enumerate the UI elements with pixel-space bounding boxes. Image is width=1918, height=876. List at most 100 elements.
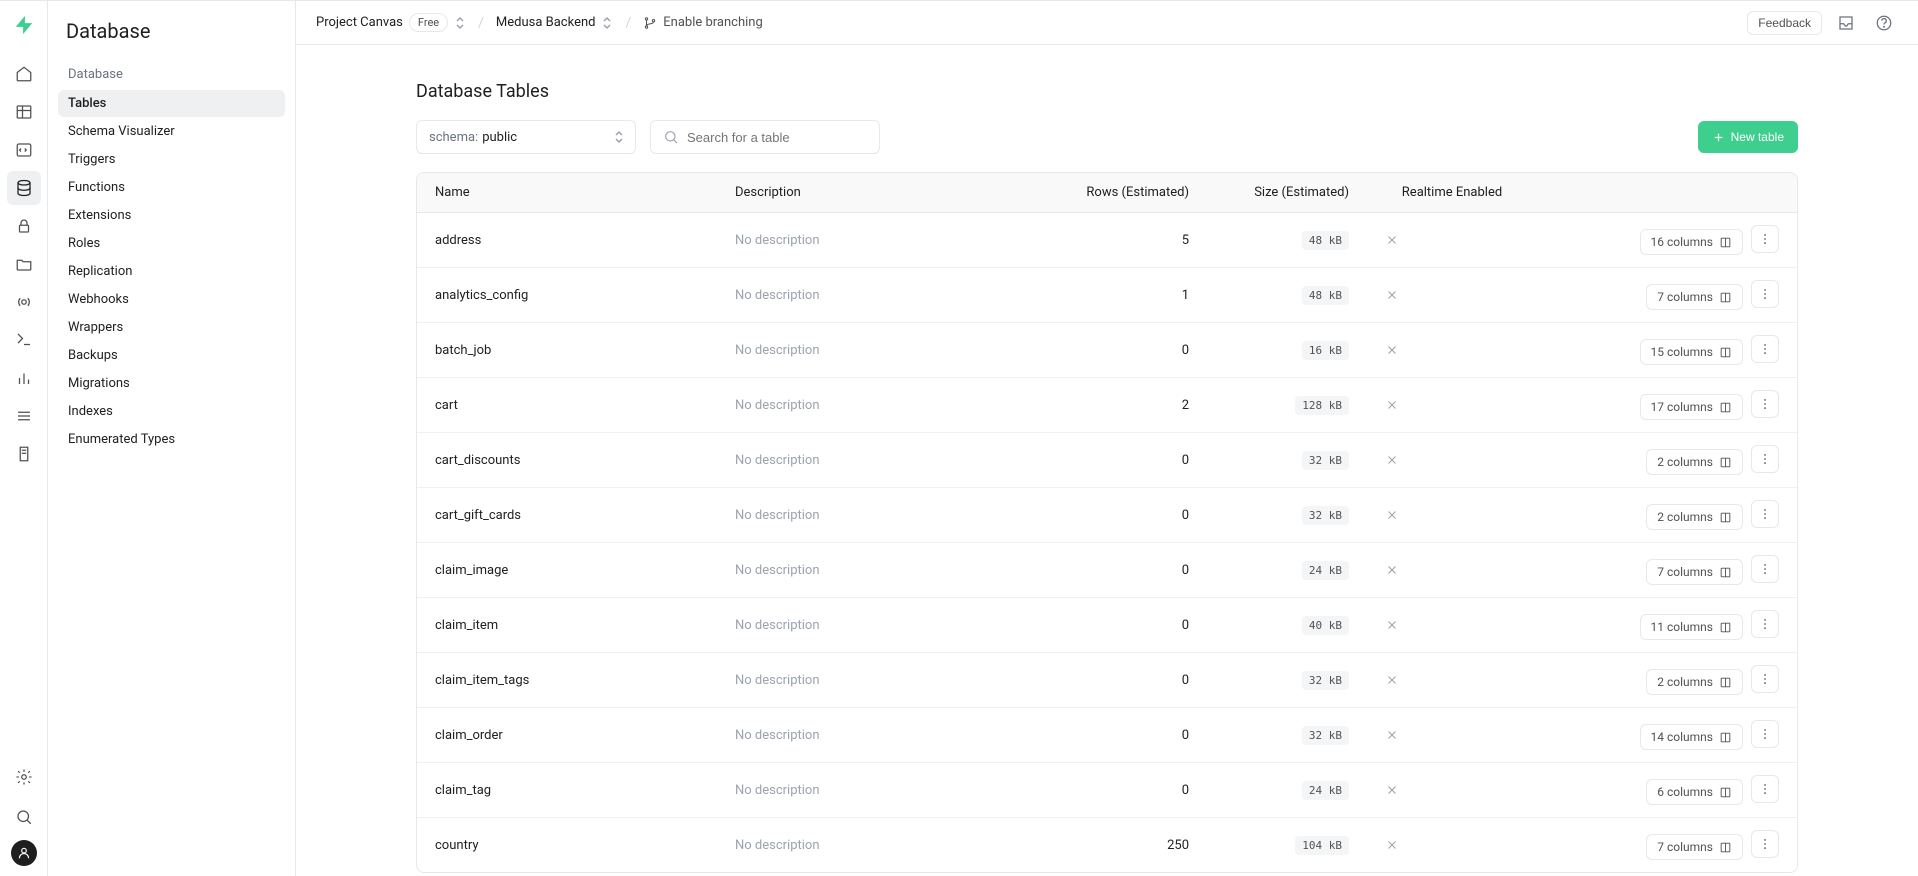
sidebar-item-schema-visualizer[interactable]: Schema Visualizer bbox=[58, 118, 285, 145]
table-row[interactable]: claim_itemNo description040 kB11 columns bbox=[417, 598, 1797, 653]
table-row[interactable]: cartNo description2128 kB17 columns bbox=[417, 378, 1797, 433]
database-icon[interactable] bbox=[7, 171, 41, 205]
search-box[interactable] bbox=[650, 120, 880, 154]
table-description: No description bbox=[717, 708, 1057, 763]
table-size: 48 kB bbox=[1207, 268, 1367, 323]
row-actions-button[interactable] bbox=[1751, 830, 1779, 858]
table-name: claim_order bbox=[417, 708, 717, 763]
icon-sidebar bbox=[0, 1, 48, 876]
storage-icon[interactable] bbox=[7, 247, 41, 281]
help-icon[interactable] bbox=[1870, 9, 1898, 37]
search-input[interactable] bbox=[687, 130, 867, 145]
sidebar-item-wrappers[interactable]: Wrappers bbox=[58, 314, 285, 341]
sidebar-item-replication[interactable]: Replication bbox=[58, 258, 285, 285]
edge-functions-icon[interactable] bbox=[7, 323, 41, 357]
row-actions-button[interactable] bbox=[1751, 665, 1779, 693]
row-actions-button[interactable] bbox=[1751, 555, 1779, 583]
columns-button[interactable]: 7 columns bbox=[1646, 284, 1743, 310]
columns-button[interactable]: 2 columns bbox=[1646, 449, 1743, 475]
columns-button[interactable]: 16 columns bbox=[1640, 229, 1743, 255]
table-rows: 5 bbox=[1057, 213, 1207, 268]
search-icon[interactable] bbox=[7, 800, 41, 834]
sidebar-item-backups[interactable]: Backups bbox=[58, 342, 285, 369]
table-row[interactable]: claim_imageNo description024 kB7 columns bbox=[417, 543, 1797, 598]
dots-vertical-icon bbox=[1758, 727, 1772, 741]
new-table-button[interactable]: New table bbox=[1698, 121, 1798, 153]
inbox-icon[interactable] bbox=[1832, 9, 1860, 37]
row-actions-button[interactable] bbox=[1751, 335, 1779, 363]
columns-button[interactable]: 6 columns bbox=[1646, 779, 1743, 805]
sidebar-item-enumerated-types[interactable]: Enumerated Types bbox=[58, 426, 285, 453]
table-editor-icon[interactable] bbox=[7, 95, 41, 129]
columns-button[interactable]: 2 columns bbox=[1646, 669, 1743, 695]
table-row[interactable]: cart_discountsNo description032 kB2 colu… bbox=[417, 433, 1797, 488]
x-icon bbox=[1385, 728, 1519, 742]
columns-button[interactable]: 14 columns bbox=[1640, 724, 1743, 750]
header-name: Name bbox=[417, 173, 717, 213]
docs-icon[interactable] bbox=[7, 437, 41, 471]
table-rows: 0 bbox=[1057, 488, 1207, 543]
table-row[interactable]: addressNo description548 kB16 columns bbox=[417, 213, 1797, 268]
row-actions-button[interactable] bbox=[1751, 775, 1779, 803]
table-row[interactable]: claim_item_tagsNo description032 kB2 col… bbox=[417, 653, 1797, 708]
table-row[interactable]: claim_orderNo description032 kB14 column… bbox=[417, 708, 1797, 763]
org-name: Project Canvas bbox=[316, 15, 403, 30]
columns-button[interactable]: 15 columns bbox=[1640, 339, 1743, 365]
header-rows: Rows (Estimated) bbox=[1057, 173, 1207, 213]
x-icon bbox=[1385, 673, 1519, 687]
columns-button[interactable]: 17 columns bbox=[1640, 394, 1743, 420]
sidebar-item-triggers[interactable]: Triggers bbox=[58, 146, 285, 173]
sidebar-item-extensions[interactable]: Extensions bbox=[58, 202, 285, 229]
logs-icon[interactable] bbox=[7, 399, 41, 433]
columns-button[interactable]: 7 columns bbox=[1646, 834, 1743, 860]
row-actions-button[interactable] bbox=[1751, 280, 1779, 308]
schema-select[interactable]: schema: public bbox=[416, 120, 636, 154]
row-actions-button[interactable] bbox=[1751, 720, 1779, 748]
project-name: Medusa Backend bbox=[496, 15, 596, 30]
sql-editor-icon[interactable] bbox=[7, 133, 41, 167]
x-icon bbox=[1385, 563, 1519, 577]
project-selector[interactable]: Medusa Backend bbox=[496, 15, 614, 30]
columns-icon bbox=[1719, 731, 1732, 744]
home-icon[interactable] bbox=[7, 57, 41, 91]
table-size: 104 kB bbox=[1207, 818, 1367, 873]
reports-icon[interactable] bbox=[7, 361, 41, 395]
table-description: No description bbox=[717, 818, 1057, 873]
sidebar-item-functions[interactable]: Functions bbox=[58, 174, 285, 201]
row-actions-button[interactable] bbox=[1751, 225, 1779, 253]
user-avatar[interactable] bbox=[11, 840, 37, 866]
realtime-disabled bbox=[1367, 708, 1537, 763]
table-name: claim_tag bbox=[417, 763, 717, 818]
row-actions-button[interactable] bbox=[1751, 390, 1779, 418]
sidebar-item-webhooks[interactable]: Webhooks bbox=[58, 286, 285, 313]
table-row[interactable]: analytics_configNo description148 kB7 co… bbox=[417, 268, 1797, 323]
table-row[interactable]: claim_tagNo description024 kB6 columns bbox=[417, 763, 1797, 818]
sidebar-item-migrations[interactable]: Migrations bbox=[58, 370, 285, 397]
feedback-button[interactable]: Feedback bbox=[1747, 11, 1822, 35]
row-actions-button[interactable] bbox=[1751, 445, 1779, 473]
sidebar-item-roles[interactable]: Roles bbox=[58, 230, 285, 257]
columns-button[interactable]: 11 columns bbox=[1640, 614, 1743, 640]
columns-icon bbox=[1719, 511, 1732, 524]
org-selector[interactable]: Project Canvas Free bbox=[316, 13, 466, 32]
logo-icon[interactable] bbox=[10, 11, 38, 39]
realtime-icon[interactable] bbox=[7, 285, 41, 319]
chevron-sort-icon bbox=[601, 16, 613, 30]
realtime-disabled bbox=[1367, 213, 1537, 268]
row-actions-button[interactable] bbox=[1751, 610, 1779, 638]
table-row[interactable]: countryNo description250104 kB7 columns bbox=[417, 818, 1797, 873]
auth-icon[interactable] bbox=[7, 209, 41, 243]
columns-button[interactable]: 7 columns bbox=[1646, 559, 1743, 585]
row-actions-button[interactable] bbox=[1751, 500, 1779, 528]
table-size: 16 kB bbox=[1207, 323, 1367, 378]
table-row[interactable]: cart_gift_cardsNo description032 kB2 col… bbox=[417, 488, 1797, 543]
columns-button[interactable]: 2 columns bbox=[1646, 504, 1743, 530]
settings-icon[interactable] bbox=[7, 760, 41, 794]
sidebar-item-tables[interactable]: Tables bbox=[58, 90, 285, 117]
table-row[interactable]: batch_jobNo description016 kB15 columns bbox=[417, 323, 1797, 378]
enable-branching-button[interactable]: Enable branching bbox=[643, 15, 763, 30]
table-name: cart bbox=[417, 378, 717, 433]
x-icon bbox=[1385, 398, 1519, 412]
table-description: No description bbox=[717, 213, 1057, 268]
sidebar-item-indexes[interactable]: Indexes bbox=[58, 398, 285, 425]
